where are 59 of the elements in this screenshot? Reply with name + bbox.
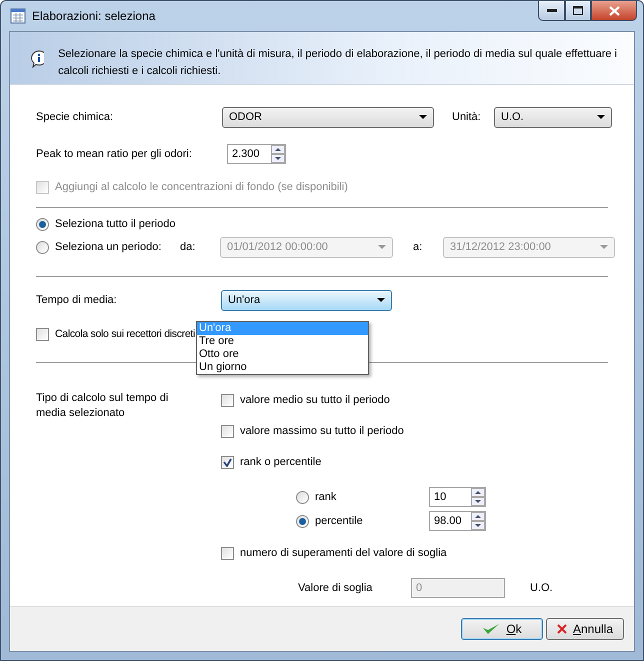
ok-button[interactable]: Ok [461, 618, 543, 640]
close-icon [556, 624, 567, 634]
averaging-label: Tempo di media: [36, 294, 118, 306]
checkbox-label: Aggiungi al calcolo le concentrazioni di fondo (se disponibili) [55, 181, 348, 193]
from-label: da: [180, 241, 196, 253]
dropdown-arrow-icon [378, 245, 386, 249]
minimize-button[interactable] [538, 1, 565, 21]
dropdown-option[interactable]: Otto ore [197, 348, 368, 361]
radio-button[interactable] [296, 490, 309, 504]
checkbox[interactable] [221, 546, 234, 560]
radio-label: percentile [315, 515, 364, 527]
radio-label: Seleziona un periodo: [55, 241, 162, 253]
checkmark-icon [482, 623, 500, 635]
threshold-label: Valore di soglia [298, 582, 374, 594]
checkbox-label: Calcola solo sui recettori discreti [55, 328, 196, 340]
radio-button[interactable] [36, 218, 49, 230]
dropdown-option[interactable]: Un giorno [197, 361, 368, 374]
peak-ratio-spinner[interactable]: 2.300 [227, 144, 286, 164]
checkbox-label: rank o percentile [240, 456, 322, 468]
radio-button[interactable] [296, 514, 309, 528]
spin-arrows-icon[interactable] [471, 512, 485, 530]
radio-label: Seleziona tutto il periodo [55, 218, 176, 230]
minimize-icon [546, 8, 556, 12]
checkbox[interactable] [221, 424, 234, 438]
dropdown-arrow-icon [597, 115, 605, 119]
spin-arrows-icon[interactable] [471, 488, 485, 506]
dropdown-arrow-icon [377, 298, 385, 302]
radio-label: rank [315, 491, 338, 503]
info-text: Selezionare la specie chimica e l'unità di misura, il periodo di elaborazione, il periodo di media sul quale effettuare i calcoli richiesti e i calcoli richiesti. [58, 47, 618, 79]
checkbox-label: valore massimo su tutto il periodo [240, 425, 404, 437]
checkbox-label: numero di superamenti del valore di soglia [240, 547, 447, 559]
maximize-icon [573, 6, 583, 15]
peak-ratio-label: Peak to mean ratio per gli odori: [36, 148, 193, 160]
close-icon [608, 6, 620, 16]
species-label: Specie chimica: [36, 111, 114, 123]
dropdown-option[interactable]: Tre ore [197, 335, 368, 348]
window-title: Elaborazioni: seleziona [32, 9, 156, 23]
unit-label: Unità: [452, 111, 482, 123]
info-icon [30, 50, 44, 68]
species-dropdown[interactable]: ODOR [222, 106, 434, 128]
number-spinner[interactable]: 10 [429, 487, 486, 507]
checkbox[interactable] [36, 328, 49, 340]
to-label: a: [412, 241, 424, 253]
checkbox-label: valore medio su tutto il periodo [240, 394, 390, 406]
checkbox[interactable] [221, 394, 234, 406]
calc-type-label: Tipo di calcolo sul tempo di media selezionato [36, 391, 170, 421]
threshold-unit: U.O. [530, 582, 553, 594]
window-icon [10, 8, 26, 24]
dropdown-arrow-icon [419, 115, 427, 119]
cancel-button[interactable]: Annulla [546, 618, 624, 640]
dropdown-arrow-icon [600, 245, 608, 249]
close-button[interactable] [591, 1, 637, 21]
maximize-button[interactable] [565, 1, 591, 21]
number-spinner[interactable]: 98.00 [429, 511, 486, 531]
averaging-dropdown[interactable]: Un'ora [221, 290, 392, 310]
radio-button[interactable] [36, 240, 49, 254]
spin-arrows-icon[interactable] [271, 145, 285, 163]
unit-dropdown[interactable]: U.O. [494, 106, 612, 128]
checkbox[interactable] [221, 456, 234, 468]
